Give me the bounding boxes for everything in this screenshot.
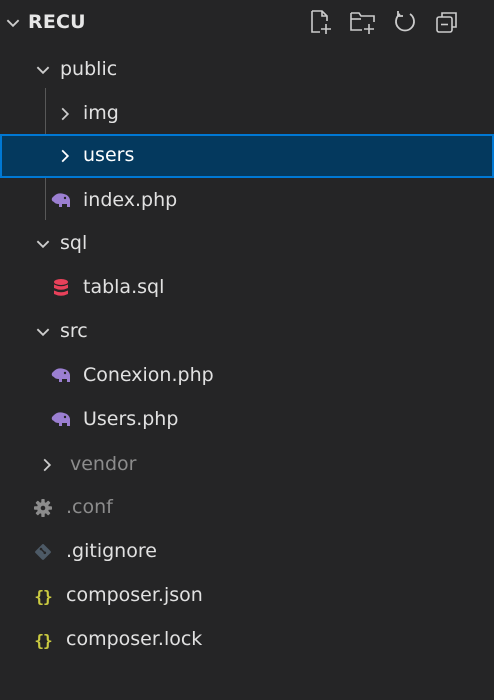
collapse-all-button[interactable] — [431, 6, 463, 38]
tree-item-label: .conf — [66, 496, 113, 518]
php-elephant-icon — [50, 190, 72, 212]
tree-file-gitignore[interactable]: .gitignore — [0, 530, 494, 574]
chevron-right-icon — [61, 149, 70, 163]
new-file-button[interactable] — [305, 6, 337, 38]
tree-item-label: Conexion.php — [83, 364, 214, 386]
chevron-down-icon — [36, 240, 50, 249]
tree-folder-users[interactable]: users — [0, 134, 494, 178]
tree-item-label: public — [60, 58, 118, 80]
tree-folder-sql[interactable]: sql — [0, 222, 494, 266]
tree-folder-img[interactable]: img — [0, 92, 494, 136]
tree-file-users-php[interactable]: Users.php — [0, 398, 494, 442]
tree-file-composer-lock[interactable]: {} composer.lock — [0, 618, 494, 662]
new-folder-button[interactable] — [347, 6, 379, 38]
chevron-right-icon — [61, 107, 70, 121]
tree-item-label: Users.php — [83, 408, 179, 430]
refresh-button[interactable] — [389, 6, 421, 38]
json-icon: {} — [34, 630, 52, 650]
tree-file-index-php[interactable]: index.php — [0, 179, 494, 223]
tree-folder-public[interactable]: public — [0, 48, 494, 92]
tree-item-label: sql — [60, 232, 88, 254]
php-elephant-icon — [50, 365, 72, 387]
tree-file-conf[interactable]: .conf — [0, 486, 494, 530]
explorer-header[interactable]: RECU — [0, 0, 494, 44]
tree-item-label: composer.lock — [66, 628, 203, 650]
chevron-down-icon — [36, 66, 50, 75]
tree-folder-vendor[interactable]: vendor — [0, 443, 494, 487]
workspace-title[interactable]: RECU — [28, 11, 86, 33]
gear-icon — [32, 497, 54, 519]
chevron-down-icon[interactable] — [4, 14, 22, 32]
refresh-icon — [395, 11, 415, 32]
collapse-all-icon — [436, 12, 457, 33]
tree-file-composer-json[interactable]: {} composer.json — [0, 574, 494, 618]
new-folder-icon — [350, 12, 375, 34]
tree-item-label: index.php — [83, 189, 178, 211]
git-icon — [32, 541, 54, 563]
tree-file-conexion-php[interactable]: Conexion.php — [0, 354, 494, 398]
tree-item-label: img — [83, 102, 119, 124]
tree-folder-src[interactable]: src — [0, 310, 494, 354]
tree-item-label: .gitignore — [66, 540, 157, 562]
tree-item-label: composer.json — [66, 584, 203, 606]
file-explorer: RECU public img users index.php sql tabl… — [0, 0, 494, 700]
tree-item-label: tabla.sql — [83, 276, 165, 298]
tree-item-label: vendor — [70, 453, 137, 475]
explorer-actions — [305, 6, 473, 38]
chevron-down-icon — [36, 328, 50, 337]
tree-file-tabla-sql[interactable]: tabla.sql — [0, 266, 494, 310]
chevron-right-icon — [43, 458, 52, 472]
database-icon — [50, 277, 72, 299]
tree-item-label: users — [83, 144, 135, 166]
tree-item-label: src — [60, 320, 88, 342]
new-file-icon — [311, 10, 331, 34]
php-elephant-icon — [50, 409, 72, 431]
json-icon: {} — [34, 586, 52, 606]
